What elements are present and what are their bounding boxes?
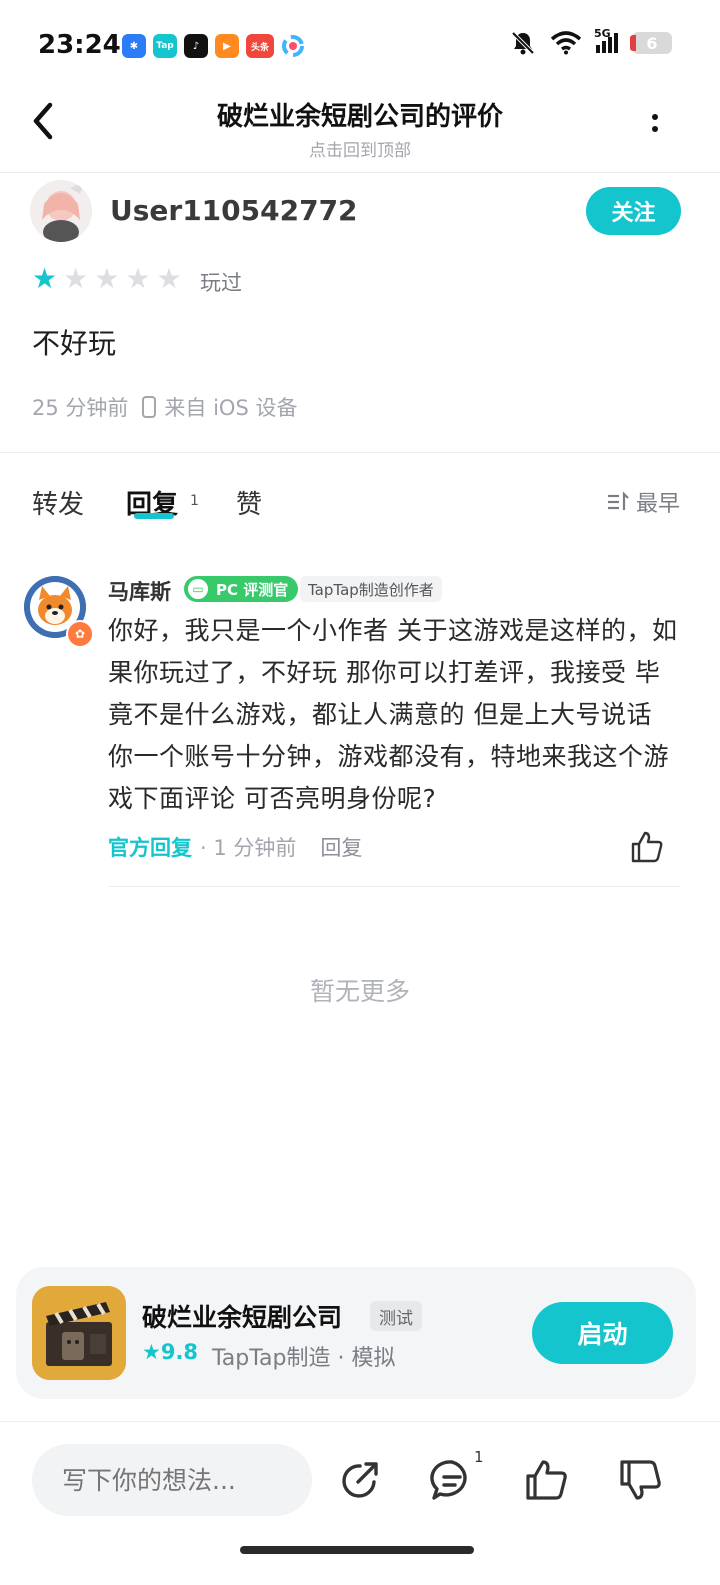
browser-app-icon: [281, 34, 305, 58]
toutiao-icon: 头条: [246, 34, 274, 58]
review-content: 不好玩: [32, 327, 117, 360]
phone-icon: [142, 396, 157, 418]
game-meta: TapTap制造 · 模拟: [212, 1346, 396, 1371]
star-icon: ★: [142, 1340, 161, 1364]
sort-label: 最早: [635, 492, 680, 517]
replier-name[interactable]: 马库斯: [108, 576, 171, 606]
reviewer-username[interactable]: User110542772: [110, 194, 358, 227]
page-title[interactable]: 破烂业余短剧公司的评价: [0, 96, 720, 133]
star-icon: ★: [125, 262, 151, 295]
wifi-icon: [550, 31, 582, 55]
review-meta: 25 分钟前 来自 iOS 设备: [32, 392, 297, 422]
home-indicator[interactable]: [240, 1546, 474, 1554]
share-icon: [342, 1462, 378, 1498]
dislike-button[interactable]: [618, 1458, 662, 1502]
sort-button[interactable]: 最早: [606, 486, 680, 518]
played-status: 玩过: [200, 271, 242, 295]
reply-content: 你好，我只是一个小作者 关于这游戏是这样的，如果你玩过了，不好玩 那你可以打差评…: [108, 616, 678, 813]
comment-count: 1: [474, 1448, 484, 1466]
reply-like-button[interactable]: [630, 830, 664, 864]
thumbs-down-icon: [620, 1460, 661, 1500]
official-reply-label: 官方回复: [108, 836, 192, 860]
reviewer-avatar[interactable]: [30, 180, 92, 242]
video-app-icon: ▶: [215, 34, 239, 58]
tap-app-icon: Tap: [153, 34, 177, 58]
comment-button[interactable]: [430, 1458, 474, 1502]
comment-icon: [430, 1460, 467, 1500]
status-time: 23:24: [38, 30, 121, 60]
tab-like[interactable]: 赞: [236, 484, 262, 521]
game-rating-value: 9.8: [160, 1340, 199, 1364]
like-button[interactable]: [524, 1458, 568, 1502]
rating-stars: ★ ★ ★ ★ ★: [32, 264, 182, 294]
review-time: 25 分钟前: [32, 396, 129, 420]
tab-forward[interactable]: 转发: [32, 484, 84, 521]
thumbs-up-icon: [631, 831, 663, 863]
star-icon: ★: [63, 262, 89, 295]
no-more-label: 暂无更多: [309, 977, 410, 1006]
scroll-to-top-hint[interactable]: 点击回到顶部: [0, 136, 720, 161]
battery-icon: 6: [630, 32, 672, 54]
status-indicators: 5G 6: [510, 27, 672, 56]
game-icon[interactable]: [32, 1286, 126, 1380]
monitor-icon: ▭: [186, 577, 210, 601]
test-tag: 测试: [370, 1301, 422, 1331]
notification-app-icon: ✱: [122, 34, 146, 58]
active-tab-indicator: [134, 513, 174, 519]
thumbs-up-icon: [526, 1460, 567, 1500]
launch-button[interactable]: 启动: [532, 1302, 673, 1364]
reply-count: 1: [190, 493, 199, 509]
comment-input[interactable]: [32, 1444, 312, 1516]
game-name[interactable]: 破烂业余短剧公司: [142, 1298, 342, 1334]
game-rating: ★9.8: [142, 1340, 198, 1364]
star-icon: ★: [94, 262, 120, 295]
reply-button[interactable]: 回复: [320, 832, 362, 862]
tiktok-icon: ♪: [184, 34, 208, 58]
cellular-signal-icon: 5G: [594, 27, 618, 53]
reply-divider: [108, 886, 680, 887]
creator-badge-icon: ✿: [66, 620, 94, 648]
maker-creator-badge[interactable]: TapTap制造创作者: [300, 576, 442, 602]
share-button[interactable]: [338, 1458, 382, 1502]
reply-meta: 官方回复 · 1 分钟前 回复: [108, 832, 362, 862]
follow-button[interactable]: 关注: [586, 187, 681, 235]
star-icon: ★: [156, 262, 182, 295]
mute-bell-icon: [511, 31, 535, 55]
more-options-button[interactable]: [640, 108, 670, 154]
reply-time: · 1 分钟前: [200, 836, 297, 860]
bottom-divider: [0, 1421, 720, 1422]
sort-icon: [607, 491, 629, 510]
nav-divider: [0, 172, 720, 173]
star-icon: ★: [32, 262, 58, 295]
section-divider: [0, 452, 720, 453]
review-device: 来自 iOS 设备: [164, 396, 298, 420]
